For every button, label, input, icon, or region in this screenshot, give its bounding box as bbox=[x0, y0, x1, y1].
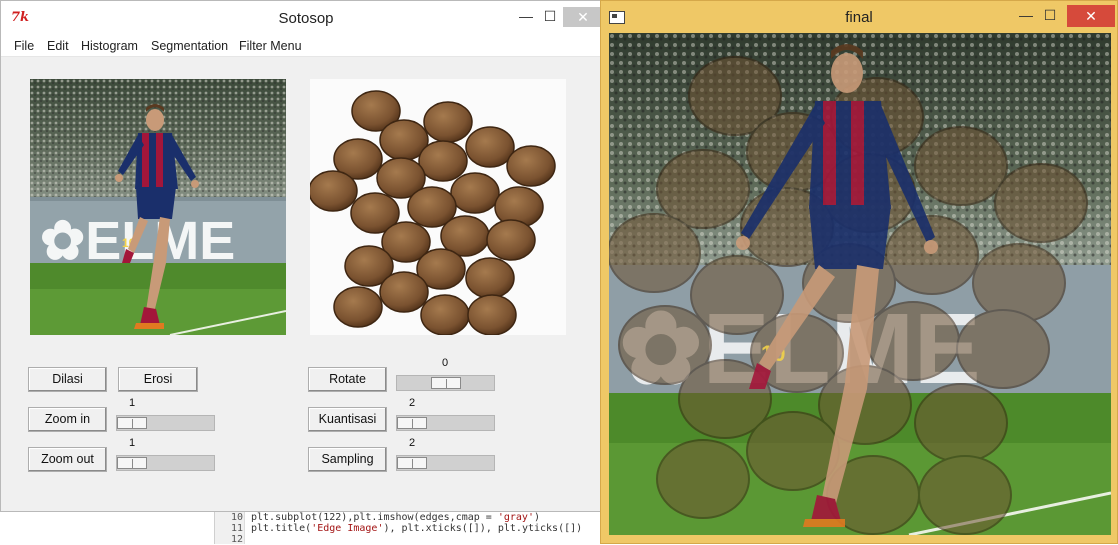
code-editor-background: 10 plt.subplot(122),plt.imshow(edges,cma… bbox=[214, 508, 604, 545]
rotate-button[interactable]: Rotate bbox=[308, 367, 387, 392]
scale-thumb[interactable] bbox=[117, 457, 147, 469]
scale-trough[interactable] bbox=[396, 375, 495, 391]
scale-thumb[interactable] bbox=[431, 377, 461, 389]
final-window: final — ☐ ✕ ✿ELME bbox=[600, 0, 1118, 544]
line-number: 10 bbox=[230, 512, 243, 523]
title-bar[interactable]: final — ☐ ✕ bbox=[601, 1, 1117, 33]
erosi-button[interactable]: Erosi bbox=[118, 367, 198, 392]
scale-trough[interactable] bbox=[396, 415, 495, 431]
menu-file[interactable]: File bbox=[14, 39, 34, 53]
code-line: plt.subplot(122),plt.imshow(edges,cmap =… bbox=[251, 512, 540, 523]
code-line: plt.title('Edge Image'), plt.xticks([]),… bbox=[251, 523, 583, 534]
kuantisasi-scale[interactable]: 2 bbox=[396, 397, 496, 433]
rotate-scale[interactable]: 0 bbox=[396, 357, 496, 393]
zoom-out-scale-value: 1 bbox=[129, 437, 136, 449]
sampling-button[interactable]: Sampling bbox=[308, 447, 387, 472]
zoom-in-scale-value: 1 bbox=[129, 397, 136, 409]
minimize-button[interactable]: — bbox=[513, 8, 539, 28]
sotosop-window: 7k Sotosop — ☐ ✕ File Edit Histogram Seg… bbox=[0, 0, 604, 512]
scale-trough[interactable] bbox=[116, 415, 215, 431]
kuantisasi-scale-value: 2 bbox=[409, 397, 416, 409]
rotate-scale-value: 0 bbox=[442, 357, 449, 369]
scale-thumb[interactable] bbox=[397, 417, 427, 429]
kuantisasi-button[interactable]: Kuantisasi bbox=[308, 407, 387, 432]
zoom-in-scale[interactable]: 1 bbox=[116, 397, 216, 433]
line-number: 11 bbox=[230, 523, 243, 534]
sampling-scale-value: 2 bbox=[409, 437, 416, 449]
zoom-in-button[interactable]: Zoom in bbox=[28, 407, 107, 432]
scale-trough[interactable] bbox=[116, 455, 215, 471]
close-button[interactable]: ✕ bbox=[563, 7, 603, 27]
menu-edit[interactable]: Edit bbox=[47, 39, 69, 53]
blended-result-image: ✿ELME bbox=[609, 33, 1111, 535]
close-button[interactable]: ✕ bbox=[1067, 5, 1115, 27]
zoom-out-button[interactable]: Zoom out bbox=[28, 447, 107, 472]
minimize-button[interactable]: — bbox=[1013, 7, 1039, 27]
football-player-image: ✿ELME 10 bbox=[30, 79, 286, 335]
scale-trough[interactable] bbox=[396, 455, 495, 471]
scale-thumb[interactable] bbox=[397, 457, 427, 469]
scale-thumb[interactable] bbox=[117, 417, 147, 429]
zoom-out-scale[interactable]: 1 bbox=[116, 437, 216, 473]
menu-segmentation[interactable]: Segmentation bbox=[151, 39, 228, 53]
dilasi-button[interactable]: Dilasi bbox=[28, 367, 107, 392]
maximize-button[interactable]: ☐ bbox=[537, 8, 563, 28]
title-bar[interactable]: 7k Sotosop — ☐ ✕ bbox=[1, 1, 603, 35]
menu-bar: File Edit Histogram Segmentation Filter … bbox=[1, 35, 603, 57]
menu-histogram[interactable]: Histogram bbox=[81, 39, 138, 53]
menu-filter[interactable]: Filter Menu bbox=[239, 39, 302, 53]
maximize-button[interactable]: ☐ bbox=[1037, 7, 1063, 27]
coins-image bbox=[310, 79, 566, 335]
sampling-scale[interactable]: 2 bbox=[396, 437, 496, 473]
line-number: 12 bbox=[230, 534, 243, 545]
